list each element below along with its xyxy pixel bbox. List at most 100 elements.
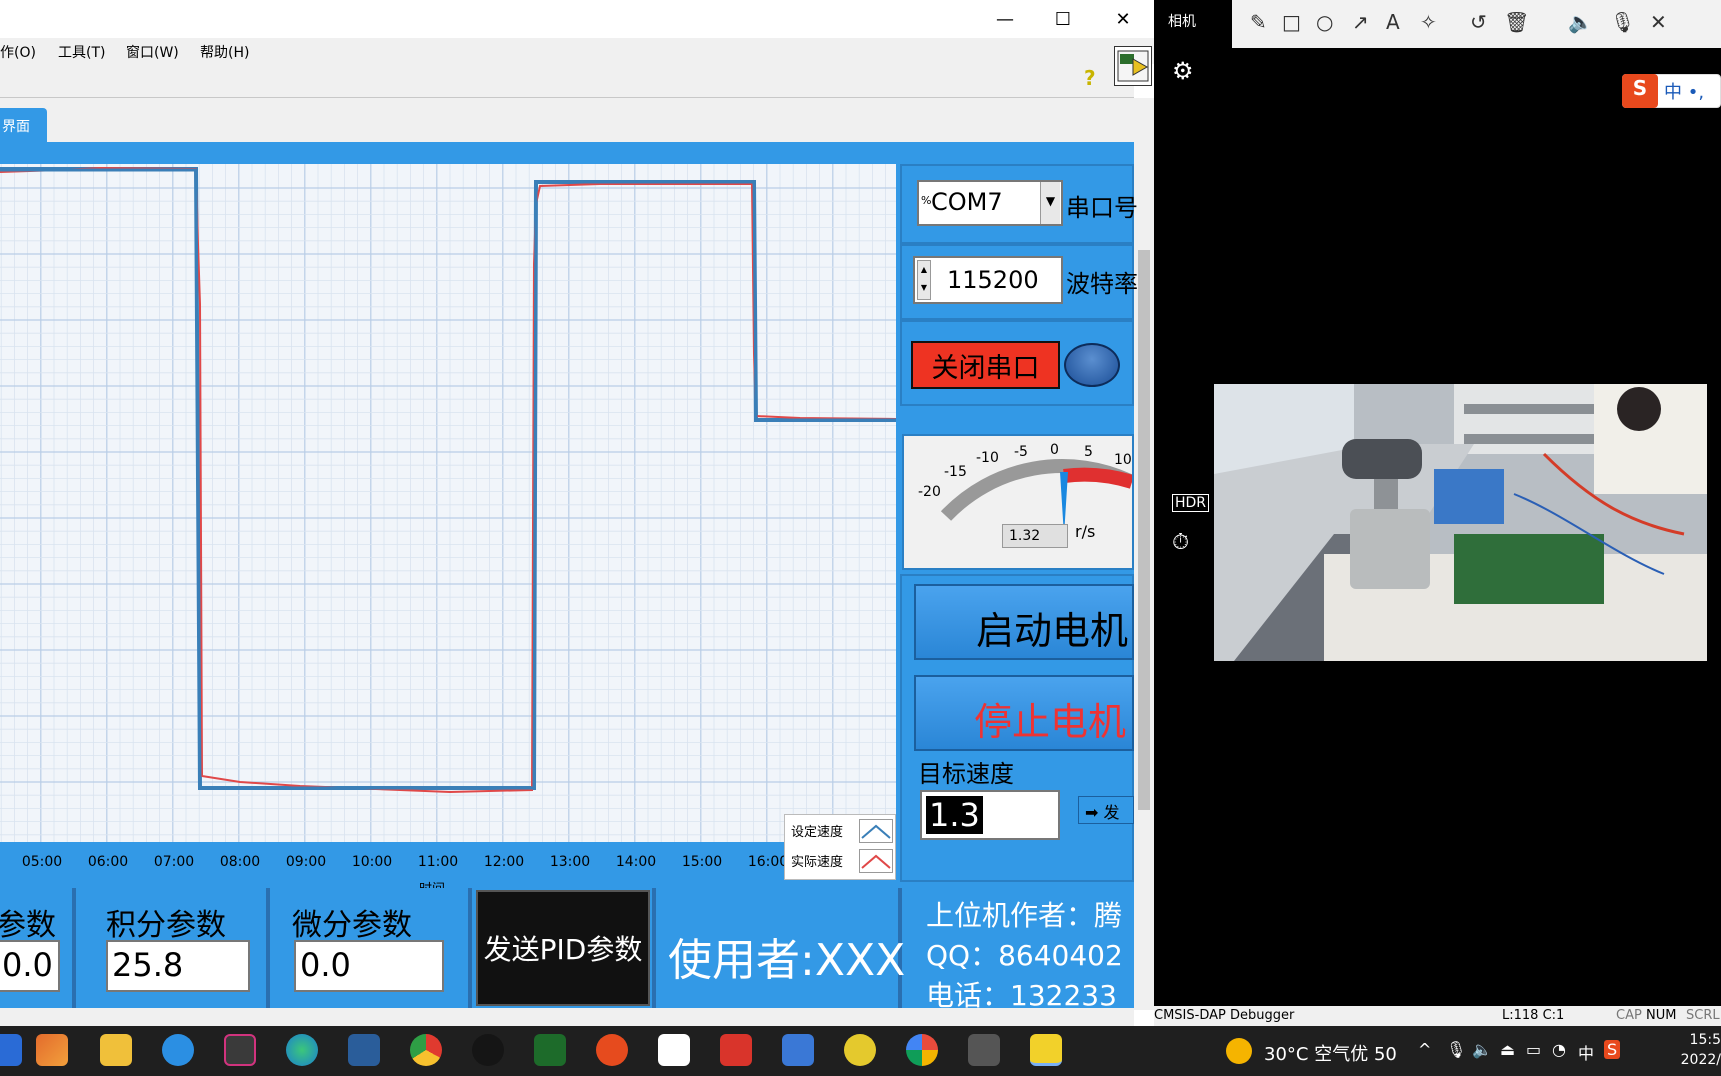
baidu-netdisk-icon[interactable] — [658, 1034, 690, 1066]
visio-icon[interactable] — [534, 1034, 566, 1066]
settings-gear-icon[interactable]: ⚙ — [1172, 57, 1194, 85]
integral-label: 积分参数 — [106, 908, 226, 943]
qq-icon[interactable] — [472, 1034, 504, 1066]
chart-legend[interactable]: 设定速度 实际速度 — [784, 814, 896, 880]
keil-icon[interactable] — [348, 1034, 380, 1066]
scroll-thumb[interactable] — [1138, 250, 1150, 810]
legend-set-swatch[interactable] — [859, 819, 893, 843]
app-icon[interactable] — [0, 1034, 22, 1066]
microphone-icon[interactable]: 🎙 — [1610, 10, 1635, 34]
x-tick-label: 07:00 — [153, 854, 195, 870]
maximize-button[interactable]: ☐ — [1034, 0, 1092, 38]
x-tick-label: 13:00 — [549, 854, 591, 870]
proportional-input[interactable]: 0.0 — [0, 940, 60, 992]
derivative-input[interactable]: 0.0 — [294, 940, 444, 992]
baud-rate-value: 115200 — [947, 266, 1039, 294]
close-port-button[interactable]: 关闭串口 — [911, 341, 1060, 389]
matlab-icon[interactable] — [36, 1034, 68, 1066]
circle-icon[interactable]: ○ — [1316, 10, 1333, 34]
file-explorer-icon[interactable] — [100, 1034, 132, 1066]
x-tick-label: 05:00 — [21, 854, 63, 870]
legend-set-speed: 设定速度 — [791, 825, 844, 840]
undo-icon[interactable]: ↺ — [1470, 10, 1487, 34]
app-red-icon[interactable] — [596, 1034, 628, 1066]
stop-motor-button[interactable]: 停止电机 — [914, 675, 1134, 751]
gauge-tick: -5 — [1014, 444, 1028, 460]
divider — [652, 888, 656, 1008]
music-icon[interactable] — [844, 1034, 876, 1066]
wifi-icon[interactable]: ◔ — [1552, 1040, 1566, 1059]
usb-icon[interactable]: ⏏ — [1500, 1040, 1515, 1059]
chevron-down-icon[interactable]: ▼ — [1040, 182, 1060, 224]
x-tick-label: 09:00 — [285, 854, 327, 870]
send-target-button[interactable]: ➡ 发 — [1078, 796, 1134, 824]
legend-actual-swatch[interactable] — [859, 849, 893, 873]
mic-icon[interactable]: 🎙 — [1446, 1040, 1466, 1059]
labview-icon[interactable] — [1030, 1034, 1062, 1066]
gauge-digital-display: 1.32 — [1002, 524, 1068, 548]
pencil-icon[interactable]: ✎ — [1250, 10, 1267, 34]
hdr-icon[interactable]: HDR — [1172, 494, 1210, 512]
cloud-icon[interactable] — [782, 1034, 814, 1066]
gauge-tick: -20 — [918, 484, 941, 500]
close-icon[interactable]: ✕ — [1650, 10, 1667, 34]
qq-label: QQ：8640402 — [926, 939, 1123, 972]
minimize-button[interactable]: — — [976, 0, 1034, 38]
ime-lang[interactable]: 中 — [1578, 1040, 1594, 1064]
arrow-right-icon: ➡ — [1085, 803, 1099, 822]
ime-status: 中 •, — [1664, 82, 1705, 103]
port-status-led — [1064, 343, 1120, 387]
send-pid-button[interactable]: 发送PID参数 — [476, 890, 650, 1006]
target-speed-input[interactable]: 1.3 — [920, 790, 1060, 840]
chevron-up-icon[interactable]: ^ — [1418, 1040, 1431, 1059]
clock[interactable]: 15:5 2022/ — [1670, 1030, 1721, 1070]
actual-speed-line — [0, 166, 897, 794]
divider — [266, 888, 270, 1008]
stepper-icon[interactable]: ▲ ▼ — [917, 260, 931, 300]
camera-title: 相机 — [1168, 14, 1196, 30]
camera-icon[interactable] — [968, 1034, 1000, 1066]
clock-time: 15:5 — [1689, 1032, 1721, 1048]
rss-icon[interactable] — [224, 1034, 256, 1066]
start-motor-button[interactable]: 启动电机 — [914, 584, 1134, 660]
weather-temp[interactable]: 30°C 空气优 50 — [1264, 1040, 1397, 1066]
tab-main-interface[interactable]: 界面 — [0, 108, 47, 144]
baud-rate-input[interactable]: ▲ ▼ 115200 — [913, 256, 1063, 304]
annotation-toolbar: ✎ □ ○ ↗ A ✧ ↺ 🗑 🔈 🎙 ✕ — [1232, 0, 1721, 48]
v-app-icon[interactable] — [720, 1034, 752, 1066]
sogou-tray-icon[interactable]: S — [1604, 1040, 1621, 1059]
edge-icon[interactable] — [286, 1034, 318, 1066]
text-icon[interactable]: A — [1386, 10, 1400, 34]
rectangle-icon[interactable]: □ — [1282, 10, 1301, 34]
air-quality: 空气优 50 — [1314, 1044, 1397, 1065]
feishu-icon[interactable] — [162, 1034, 194, 1066]
help-icon[interactable]: ? — [1084, 66, 1096, 90]
trash-icon[interactable]: 🗑 — [1504, 10, 1529, 34]
menu-tools[interactable]: 工具(T) — [58, 42, 105, 62]
phone-label: 电话：132233 — [926, 979, 1117, 1012]
volume-icon[interactable]: 🔈 — [1472, 1040, 1492, 1059]
arrow-icon[interactable]: ↗ — [1352, 10, 1369, 34]
x-tick-label: 12:00 — [483, 854, 525, 870]
derivative-label: 微分参数 — [292, 908, 412, 943]
proportional-label: 参数 — [0, 908, 56, 943]
author-label: 上位机作者：腾 — [926, 899, 1123, 932]
close-button[interactable]: ✕ — [1094, 0, 1152, 38]
status-bar: CMSIS-DAP Debugger L:118 C:1 CAP NUM SCR… — [1154, 1006, 1721, 1026]
gauge-unit: r/s — [1075, 522, 1096, 541]
menu-operate[interactable]: 操作(O) — [0, 42, 36, 62]
battery-icon[interactable]: ▭ — [1526, 1040, 1541, 1059]
magic-wand-icon[interactable]: ✧ — [1420, 10, 1437, 34]
gauge-tick: 0 — [1050, 442, 1059, 458]
timer-icon[interactable]: ⏱ — [1172, 530, 1189, 555]
menu-window[interactable]: 窗口(W) — [126, 42, 179, 62]
gauge-tick: 5 — [1084, 444, 1093, 460]
integral-input[interactable]: 25.8 — [106, 940, 250, 992]
sogou-icon: S — [1622, 74, 1658, 108]
menu-help[interactable]: 帮助(H) — [200, 42, 249, 62]
pinwheel-icon[interactable] — [906, 1034, 938, 1066]
speaker-icon[interactable]: 🔈 — [1568, 10, 1593, 34]
chrome-icon[interactable] — [410, 1034, 442, 1066]
weather-icon[interactable] — [1226, 1038, 1252, 1064]
com-port-value: COM7 — [931, 188, 1003, 216]
